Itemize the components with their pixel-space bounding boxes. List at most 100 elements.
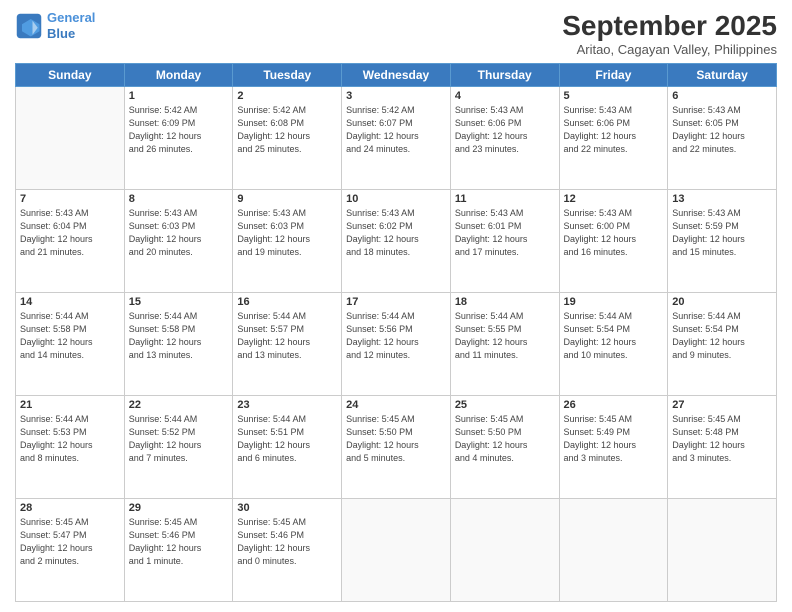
- calendar-cell: 22 Sunrise: 5:44 AMSunset: 5:52 PMDayligh…: [124, 396, 233, 499]
- calendar-cell: [16, 87, 125, 190]
- header-tuesday: Tuesday: [233, 64, 342, 87]
- day-info: Sunrise: 5:43 AMSunset: 6:03 PMDaylight:…: [129, 207, 229, 259]
- day-number: 1: [129, 90, 229, 102]
- day-number: 10: [346, 193, 446, 205]
- day-info: Sunrise: 5:45 AMSunset: 5:50 PMDaylight:…: [346, 413, 446, 465]
- location-subtitle: Aritao, Cagayan Valley, Philippines: [562, 42, 777, 57]
- calendar-cell: 29Sunrise: 5:45 AMSunset: 5:46 PMDayligh…: [124, 499, 233, 602]
- calendar-cell: [559, 499, 668, 602]
- day-number: 23: [237, 399, 337, 411]
- day-number: 9: [237, 193, 337, 205]
- header-saturday: Saturday: [668, 64, 777, 87]
- day-number: 4: [455, 90, 555, 102]
- header-wednesday: Wednesday: [342, 64, 451, 87]
- calendar-cell: 18 Sunrise: 5:44 AMSunset: 5:55 PMDayligh…: [450, 293, 559, 396]
- day-number: 16: [237, 296, 337, 308]
- calendar-cell: 17 Sunrise: 5:44 AMSunset: 5:56 PMDayligh…: [342, 293, 451, 396]
- day-info: Sunrise: 5:44 AMSunset: 5:58 PMDaylight:…: [20, 310, 120, 362]
- day-info: Sunrise: 5:43 AMSunset: 6:06 PMDaylight:…: [564, 104, 664, 156]
- day-info: Sunrise: 5:43 AMSunset: 6:02 PMDaylight:…: [346, 207, 446, 259]
- calendar-cell: 11 Sunrise: 5:43 AMSunset: 6:01 PMDayligh…: [450, 190, 559, 293]
- calendar-cell: 25Sunrise: 5:45 AMSunset: 5:50 PMDayligh…: [450, 396, 559, 499]
- logo-line1: General: [47, 10, 95, 26]
- day-number: 21: [20, 399, 120, 411]
- day-info: Sunrise: 5:45 AMSunset: 5:46 PMDaylight:…: [237, 516, 337, 568]
- calendar-cell: 12 Sunrise: 5:43 AMSunset: 6:00 PMDayligh…: [559, 190, 668, 293]
- calendar-cell: 3 Sunrise: 5:42 AMSunset: 6:07 PMDaylight…: [342, 87, 451, 190]
- calendar-cell: [450, 499, 559, 602]
- day-number: 15: [129, 296, 229, 308]
- day-number: 28: [20, 502, 120, 514]
- logo-line2: Blue: [47, 26, 95, 42]
- day-info: Sunrise: 5:44 AMSunset: 5:52 PMDaylight:…: [129, 413, 229, 465]
- calendar-cell: 9 Sunrise: 5:43 AMSunset: 6:03 PMDaylight…: [233, 190, 342, 293]
- header: General Blue September 2025 Aritao, Caga…: [15, 10, 777, 57]
- day-number: 7: [20, 193, 120, 205]
- page: General Blue September 2025 Aritao, Caga…: [0, 0, 792, 612]
- calendar-cell: 28Sunrise: 5:45 AMSunset: 5:47 PMDayligh…: [16, 499, 125, 602]
- calendar-cell: 20 Sunrise: 5:44 AMSunset: 5:54 PMDayligh…: [668, 293, 777, 396]
- calendar-cell: 4 Sunrise: 5:43 AMSunset: 6:06 PMDaylight…: [450, 87, 559, 190]
- calendar-cell: 21 Sunrise: 5:44 AMSunset: 5:53 PMDayligh…: [16, 396, 125, 499]
- calendar-table: Sunday Monday Tuesday Wednesday Thursday…: [15, 63, 777, 602]
- calendar-week-row: 1 Sunrise: 5:42 AMSunset: 6:09 PMDaylight…: [16, 87, 777, 190]
- day-number: 20: [672, 296, 772, 308]
- header-sunday: Sunday: [16, 64, 125, 87]
- day-info: Sunrise: 5:44 AMSunset: 5:51 PMDaylight:…: [237, 413, 337, 465]
- header-monday: Monday: [124, 64, 233, 87]
- calendar-cell: 27 Sunrise: 5:45 AMSunset: 5:48 PMDayligh…: [668, 396, 777, 499]
- calendar-week-row: 7 Sunrise: 5:43 AMSunset: 6:04 PMDaylight…: [16, 190, 777, 293]
- day-info: Sunrise: 5:45 AMSunset: 5:49 PMDaylight:…: [564, 413, 664, 465]
- day-info: Sunrise: 5:42 AMSunset: 6:08 PMDaylight:…: [237, 104, 337, 156]
- day-number: 6: [672, 90, 772, 102]
- day-number: 27: [672, 399, 772, 411]
- day-info: Sunrise: 5:43 AMSunset: 6:00 PMDaylight:…: [564, 207, 664, 259]
- calendar-cell: 5Sunrise: 5:43 AMSunset: 6:06 PMDaylight…: [559, 87, 668, 190]
- day-info: Sunrise: 5:44 AMSunset: 5:58 PMDaylight:…: [129, 310, 229, 362]
- day-number: 13: [672, 193, 772, 205]
- day-info: Sunrise: 5:44 AMSunset: 5:54 PMDaylight:…: [564, 310, 664, 362]
- calendar-cell: 24 Sunrise: 5:45 AMSunset: 5:50 PMDayligh…: [342, 396, 451, 499]
- title-block: September 2025 Aritao, Cagayan Valley, P…: [562, 10, 777, 57]
- calendar-cell: 10 Sunrise: 5:43 AMSunset: 6:02 PMDayligh…: [342, 190, 451, 293]
- day-number: 11: [455, 193, 555, 205]
- day-info: Sunrise: 5:44 AMSunset: 5:57 PMDaylight:…: [237, 310, 337, 362]
- day-number: 25: [455, 399, 555, 411]
- day-info: Sunrise: 5:44 AMSunset: 5:56 PMDaylight:…: [346, 310, 446, 362]
- calendar-cell: 1 Sunrise: 5:42 AMSunset: 6:09 PMDaylight…: [124, 87, 233, 190]
- day-number: 12: [564, 193, 664, 205]
- header-thursday: Thursday: [450, 64, 559, 87]
- day-info: Sunrise: 5:43 AMSunset: 6:01 PMDaylight:…: [455, 207, 555, 259]
- calendar-cell: [342, 499, 451, 602]
- day-info: Sunrise: 5:42 AMSunset: 6:07 PMDaylight:…: [346, 104, 446, 156]
- logo-icon: [15, 12, 43, 40]
- header-friday: Friday: [559, 64, 668, 87]
- day-info: Sunrise: 5:43 AMSunset: 6:04 PMDaylight:…: [20, 207, 120, 259]
- day-info: Sunrise: 5:45 AMSunset: 5:48 PMDaylight:…: [672, 413, 772, 465]
- day-info: Sunrise: 5:44 AMSunset: 5:54 PMDaylight:…: [672, 310, 772, 362]
- calendar-cell: 19Sunrise: 5:44 AMSunset: 5:54 PMDayligh…: [559, 293, 668, 396]
- calendar-cell: 13Sunrise: 5:43 AMSunset: 5:59 PMDayligh…: [668, 190, 777, 293]
- calendar-cell: 30Sunrise: 5:45 AMSunset: 5:46 PMDayligh…: [233, 499, 342, 602]
- day-info: Sunrise: 5:43 AMSunset: 6:03 PMDaylight:…: [237, 207, 337, 259]
- day-number: 24: [346, 399, 446, 411]
- logo: General Blue: [15, 10, 95, 41]
- day-info: Sunrise: 5:43 AMSunset: 6:05 PMDaylight:…: [672, 104, 772, 156]
- day-info: Sunrise: 5:44 AMSunset: 5:55 PMDaylight:…: [455, 310, 555, 362]
- calendar-week-row: 21 Sunrise: 5:44 AMSunset: 5:53 PMDayligh…: [16, 396, 777, 499]
- day-number: 22: [129, 399, 229, 411]
- day-info: Sunrise: 5:44 AMSunset: 5:53 PMDaylight:…: [20, 413, 120, 465]
- calendar-cell: 26 Sunrise: 5:45 AMSunset: 5:49 PMDayligh…: [559, 396, 668, 499]
- calendar-cell: 2Sunrise: 5:42 AMSunset: 6:08 PMDaylight…: [233, 87, 342, 190]
- day-info: Sunrise: 5:43 AMSunset: 6:06 PMDaylight:…: [455, 104, 555, 156]
- calendar-cell: 6 Sunrise: 5:43 AMSunset: 6:05 PMDaylight…: [668, 87, 777, 190]
- day-number: 17: [346, 296, 446, 308]
- day-number: 26: [564, 399, 664, 411]
- day-info: Sunrise: 5:42 AMSunset: 6:09 PMDaylight:…: [129, 104, 229, 156]
- day-number: 18: [455, 296, 555, 308]
- day-number: 3: [346, 90, 446, 102]
- calendar-cell: 8Sunrise: 5:43 AMSunset: 6:03 PMDaylight…: [124, 190, 233, 293]
- calendar-cell: 16 Sunrise: 5:44 AMSunset: 5:57 PMDayligh…: [233, 293, 342, 396]
- calendar-cell: 14Sunrise: 5:44 AMSunset: 5:58 PMDayligh…: [16, 293, 125, 396]
- logo-text: General Blue: [47, 10, 95, 41]
